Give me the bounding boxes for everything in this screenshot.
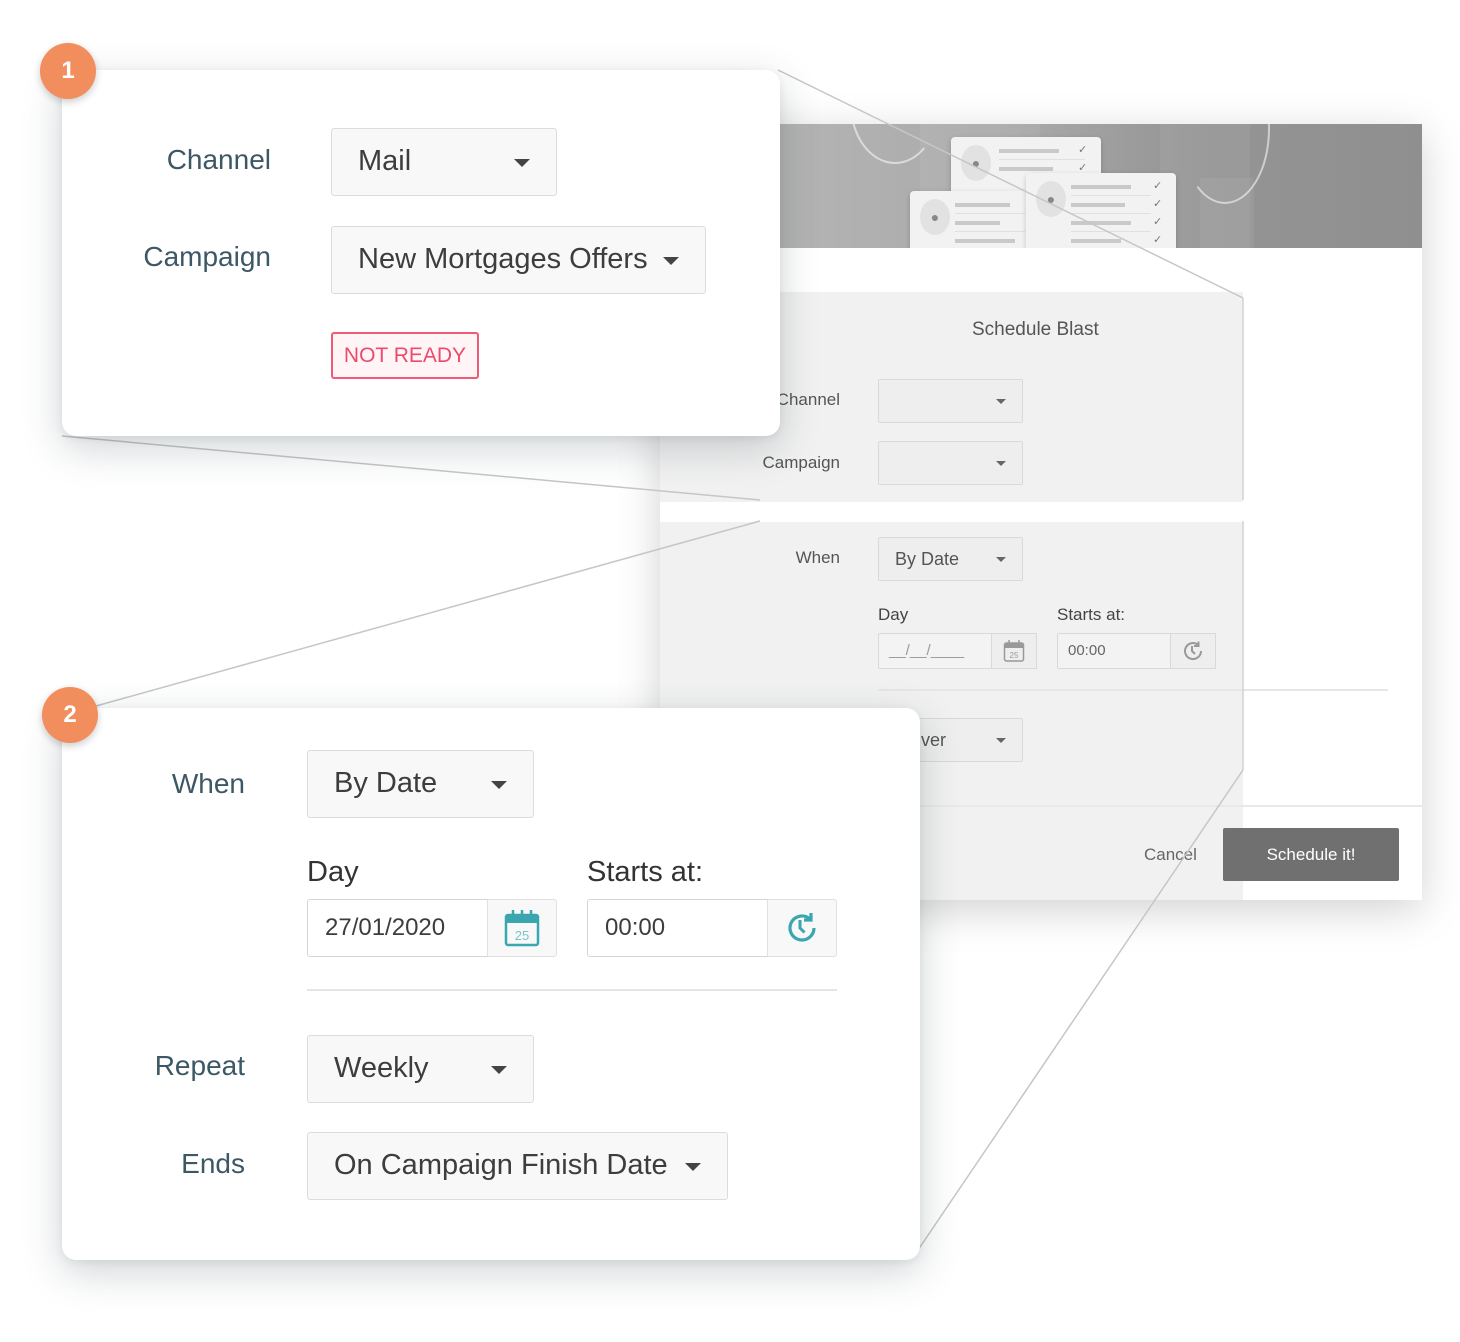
starts-at-input[interactable]: 00:00 <box>1057 633 1216 669</box>
callout-channel-campaign: Channel Mail Campaign New Mortgages Offe… <box>62 70 780 436</box>
calendar-button[interactable]: 25 <box>991 633 1037 669</box>
repeat-label: Repeat <box>154 1050 245 1081</box>
step-badge-1: 1 <box>40 43 96 99</box>
chevron-down-icon <box>996 399 1006 404</box>
user-icon: ● <box>1046 191 1056 207</box>
time-picker-button[interactable] <box>1170 633 1216 669</box>
svg-text:25: 25 <box>1010 651 1019 660</box>
cancel-button[interactable]: Cancel <box>1144 845 1197 865</box>
user-icon: ● <box>930 209 940 225</box>
campaign-status-badge: NOT READY <box>331 332 479 379</box>
time-picker-button[interactable] <box>766 898 837 957</box>
chevron-down-icon <box>663 257 679 265</box>
channel-select[interactable] <box>878 379 1023 423</box>
connector-line <box>61 435 761 501</box>
chevron-down-icon <box>514 159 530 167</box>
chevron-down-icon <box>685 1163 701 1171</box>
when-label: When <box>171 768 245 799</box>
dialog-title: Schedule Blast <box>972 319 1099 340</box>
starts-at-label: Starts at: <box>1057 605 1126 624</box>
contact-card-illustration: ● ✓ ✓ ✓ ✓ <box>1026 173 1176 248</box>
section-divider <box>307 989 837 991</box>
day-input[interactable]: 27/01/2020 25 <box>307 898 557 957</box>
chevron-down-icon <box>996 461 1006 466</box>
when-label: When <box>795 548 840 567</box>
chevron-down-icon <box>491 781 507 789</box>
when-select[interactable]: By Date <box>878 537 1023 581</box>
step-badge-2: 2 <box>42 687 98 743</box>
day-label: Day <box>307 856 359 888</box>
clock-icon <box>1184 641 1203 660</box>
calendar-button[interactable]: 25 <box>486 898 557 957</box>
starts-at-label: Starts at: <box>587 856 704 888</box>
day-input[interactable]: __/__/____ 25 <box>878 633 1037 669</box>
campaign-select[interactable]: New Mortgages Offers <box>331 226 706 294</box>
channel-select[interactable]: Mail <box>331 128 557 196</box>
when-select[interactable]: By Date <box>307 750 534 818</box>
chevron-down-icon <box>996 557 1006 562</box>
campaign-select[interactable] <box>878 441 1023 485</box>
calendar-icon: 25 <box>1003 640 1025 662</box>
campaign-label: Campaign <box>143 241 271 272</box>
repeat-select[interactable]: Weekly <box>307 1035 534 1103</box>
day-label: Day <box>878 605 909 624</box>
chevron-down-icon <box>491 1066 507 1074</box>
ends-select[interactable]: On Campaign Finish Date <box>307 1132 728 1200</box>
campaign-label: Campaign <box>762 453 841 472</box>
calendar-icon: 25 <box>504 909 539 946</box>
schedule-it-button[interactable]: Schedule it! <box>1223 828 1399 881</box>
callout-when-repeat: When By Date Day Starts at: 27/01/2020 2… <box>62 708 920 1260</box>
clock-icon <box>787 912 816 942</box>
ends-label: Ends <box>181 1148 245 1179</box>
svg-text:25: 25 <box>514 928 528 943</box>
chevron-down-icon <box>996 738 1006 743</box>
starts-at-input[interactable]: 00:00 <box>587 898 837 957</box>
section-divider <box>878 689 1388 691</box>
channel-label: Channel <box>166 144 271 175</box>
user-icon: ● <box>971 155 981 171</box>
